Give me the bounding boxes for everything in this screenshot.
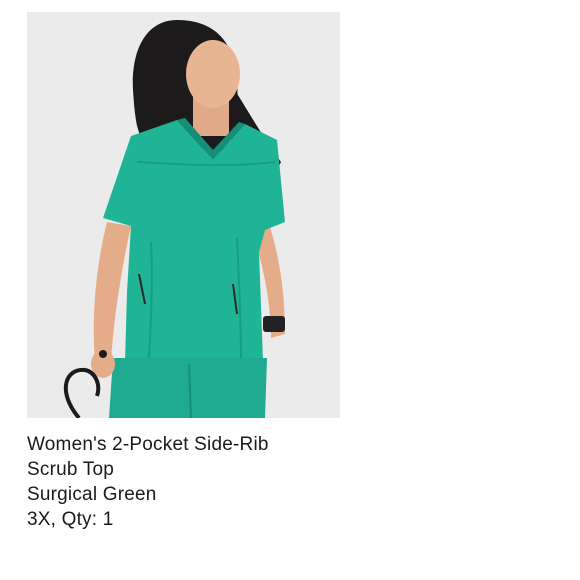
product-title-line-1: Women's 2-Pocket Side-Rib [27,434,269,455]
product-title[interactable]: Women's 2-Pocket Side-Rib Scrub Top [27,432,367,482]
product-details: Women's 2-Pocket Side-Rib Scrub Top Surg… [27,432,367,532]
product-image[interactable] [27,12,340,418]
product-color: Surgical Green [27,484,157,505]
product-title-line-2: Scrub Top [27,459,115,480]
order-item-card: Women's 2-Pocket Side-Rib Scrub Top Surg… [0,0,580,580]
product-size-quantity: 3X, Qty: 1 [27,509,114,530]
